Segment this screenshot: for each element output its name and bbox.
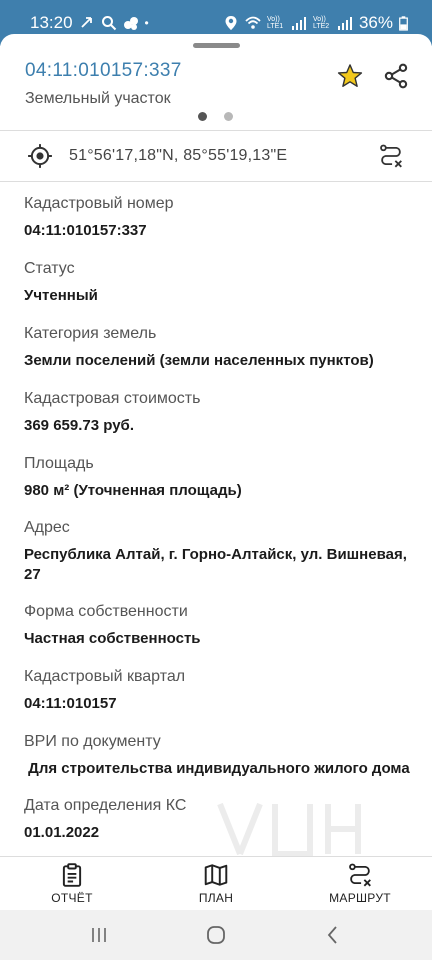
field-status: Статус Учтенный [24,259,420,306]
favorite-star-icon[interactable] [336,62,364,90]
sim2-label: Vo)) LTE2 [312,16,330,30]
battery-percent: 36% [358,13,393,32]
clipboard-icon [62,863,82,887]
field-value[interactable]: Учтенный [24,286,420,306]
field-value[interactable]: 04:11:010157 [24,694,420,714]
parcel-details-sheet: 04:11:010157:337 Земельный участок 51°56… [0,34,432,910]
coordinates-row[interactable]: 51°56'17,18"N, 85°55'19,13"E [0,131,432,181]
field-cadastral-value: Кадастровая стоимость 369 659.73 руб. [24,389,420,436]
sim1-label: Vo)) LTE1 [266,16,284,30]
page-dot-2[interactable] [224,112,233,121]
page-dot-1[interactable] [198,112,207,121]
recent-apps-icon[interactable] [87,923,111,947]
missed-call-icon [80,17,92,28]
field-area: Площадь 980 м² (Уточненная площадь) [24,454,420,501]
field-label: Площадь [24,455,94,472]
tab-report[interactable]: ОТЧЁТ [0,857,144,910]
signal-sim1-icon [291,17,306,30]
tab-route[interactable]: МАРШРУТ [288,857,432,910]
field-label: Кадастровый квартал [24,668,186,685]
object-type-subtitle: Земельный участок [25,90,171,107]
field-label: ВРИ по документу [24,733,161,750]
field-label: Категория земель [24,325,157,342]
field-label: Форма собственности [24,603,188,620]
wifi-icon [245,16,261,29]
field-land-category: Категория земель Земли поселений (земли … [24,324,420,371]
tab-label: ПЛАН [198,891,234,905]
field-value[interactable]: 980 м² (Уточненная площадь) [24,481,420,501]
field-permitted-use: ВРИ по документу Для строительства индив… [24,732,420,779]
field-label: Статус [24,260,75,277]
system-navigation-bar [0,910,432,960]
search-icon [101,16,116,31]
battery-icon [399,15,408,31]
app-notification-icon [123,17,138,30]
tab-plan[interactable]: ПЛАН [144,857,288,910]
share-icon[interactable] [382,62,410,90]
field-value[interactable]: Земли поселений (земли населенных пункто… [24,351,420,371]
coordinates-text: 51°56'17,18"N, 85°55'19,13"E [69,147,288,164]
sheet-drag-handle[interactable] [193,43,240,48]
field-cadastral-quarter: Кадастровый квартал 04:11:010157 [24,667,420,714]
back-icon[interactable] [321,923,345,947]
field-value[interactable]: 04:11:010157:337 [24,221,420,241]
field-label: Кадастровый номер [24,195,174,212]
field-label: Адрес [24,519,70,536]
signal-sim2-icon [337,17,352,30]
brand-watermark-logo [217,802,361,857]
gps-target-icon [28,144,52,168]
tab-label: ОТЧЁТ [51,891,93,905]
bottom-action-bar: ОТЧЁТ ПЛАН МАРШРУТ [0,856,432,910]
more-notifications-dot: • [144,16,149,30]
field-ownership-form: Форма собственности Частная собственност… [24,602,420,649]
route-clear-icon[interactable] [378,143,404,169]
location-pin-icon [225,16,237,30]
status-time: 13:20 [30,13,73,32]
divider [0,181,432,182]
field-address: Адрес Республика Алтай, г. Горно-Алтайск… [24,518,420,585]
field-value[interactable]: Республика Алтай, г. Горно-Алтайск, ул. … [24,545,420,585]
field-label: Кадастровая стоимость [24,390,201,407]
page-indicator [198,112,233,121]
field-cadastral-number: Кадастровый номер 04:11:010157:337 [24,194,420,241]
route-icon [349,863,371,887]
field-value[interactable]: 369 659.73 руб. [24,416,420,436]
home-icon[interactable] [204,923,228,947]
field-value[interactable]: Частная собственность [24,629,420,649]
field-value[interactable]: Для строительства индивидуального жилого… [24,759,420,779]
map-icon [204,864,228,886]
tab-label: МАРШРУТ [329,891,391,905]
